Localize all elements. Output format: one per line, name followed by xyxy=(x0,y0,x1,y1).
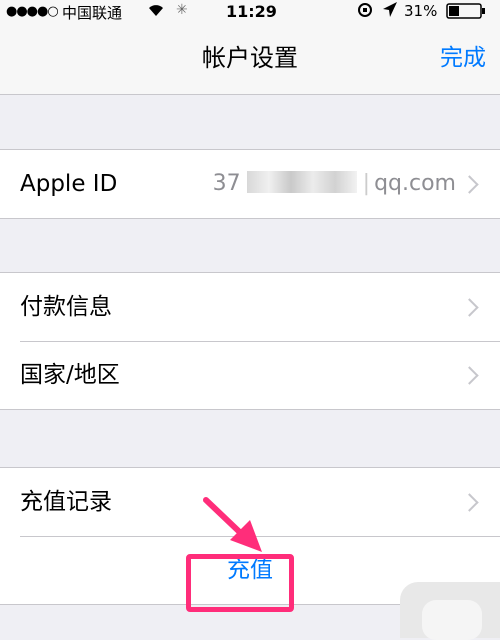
pointer-arrow-icon xyxy=(203,497,262,552)
assistive-touch-button[interactable] xyxy=(400,582,500,640)
